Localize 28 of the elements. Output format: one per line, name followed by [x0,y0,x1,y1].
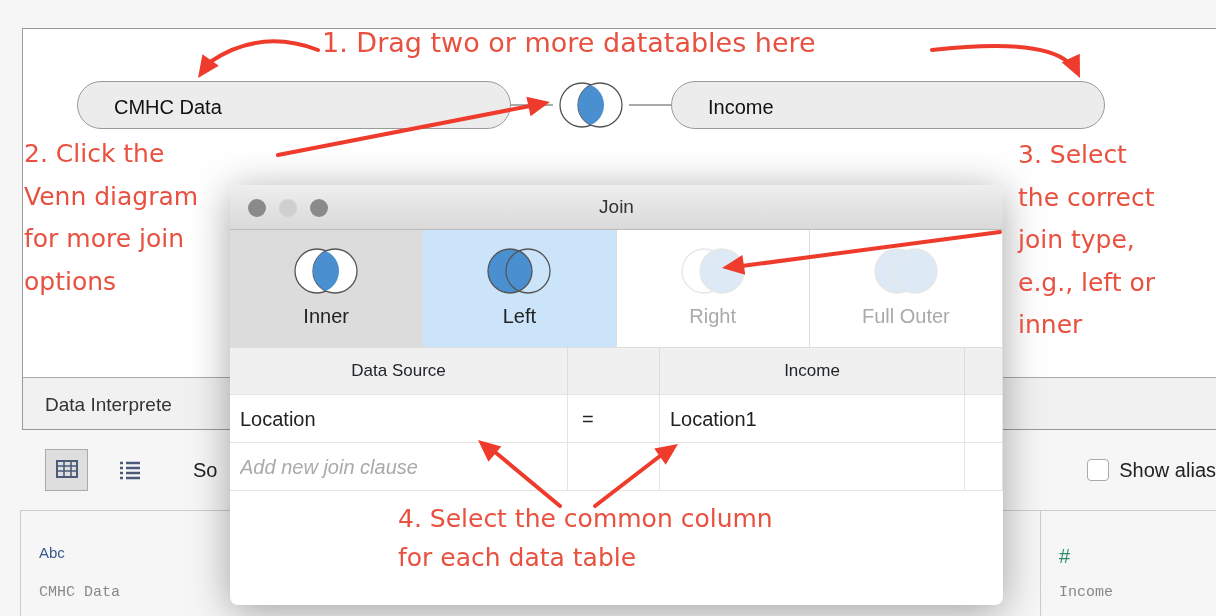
column-header: Income [660,348,965,395]
operator-cell[interactable]: = [568,395,660,443]
close-button[interactable] [248,199,266,217]
column-header: Data Source [230,348,568,395]
annotation-text: 4. Select the common column for each data table [398,503,773,574]
string-type-icon: Abc [39,544,65,561]
sort-label: So [193,458,218,483]
table-pill[interactable]: Income [671,81,1105,129]
show-aliases-label: Show alias [1119,458,1216,483]
column-source: CMHC Data [39,584,120,601]
table-pill[interactable]: CMHC Data [77,81,511,129]
grid-view-button[interactable] [45,449,88,491]
list-icon [118,460,141,480]
number-type-icon: # [1059,545,1071,567]
join-type-tab[interactable]: Inner [230,230,424,347]
grid-icon [55,460,78,480]
annotation-text: 2. Click the Venn diagram for more join options [24,138,199,298]
field-cell[interactable]: Location1 [660,395,965,443]
annotation-text: 3. Select the correct join type, e.g., left or inner [1018,139,1156,341]
column-source: Income [1059,584,1113,601]
table-cell [965,395,1003,443]
field-cell[interactable]: Location [230,395,568,443]
annotation-text: 1. Drag two or more datatables here [322,26,816,60]
zoom-button[interactable] [310,199,328,217]
join-type-tab[interactable]: Left [423,230,617,347]
window-title: Join [599,194,634,219]
show-aliases-checkbox[interactable] [1087,459,1110,481]
table-cell [965,443,1003,491]
